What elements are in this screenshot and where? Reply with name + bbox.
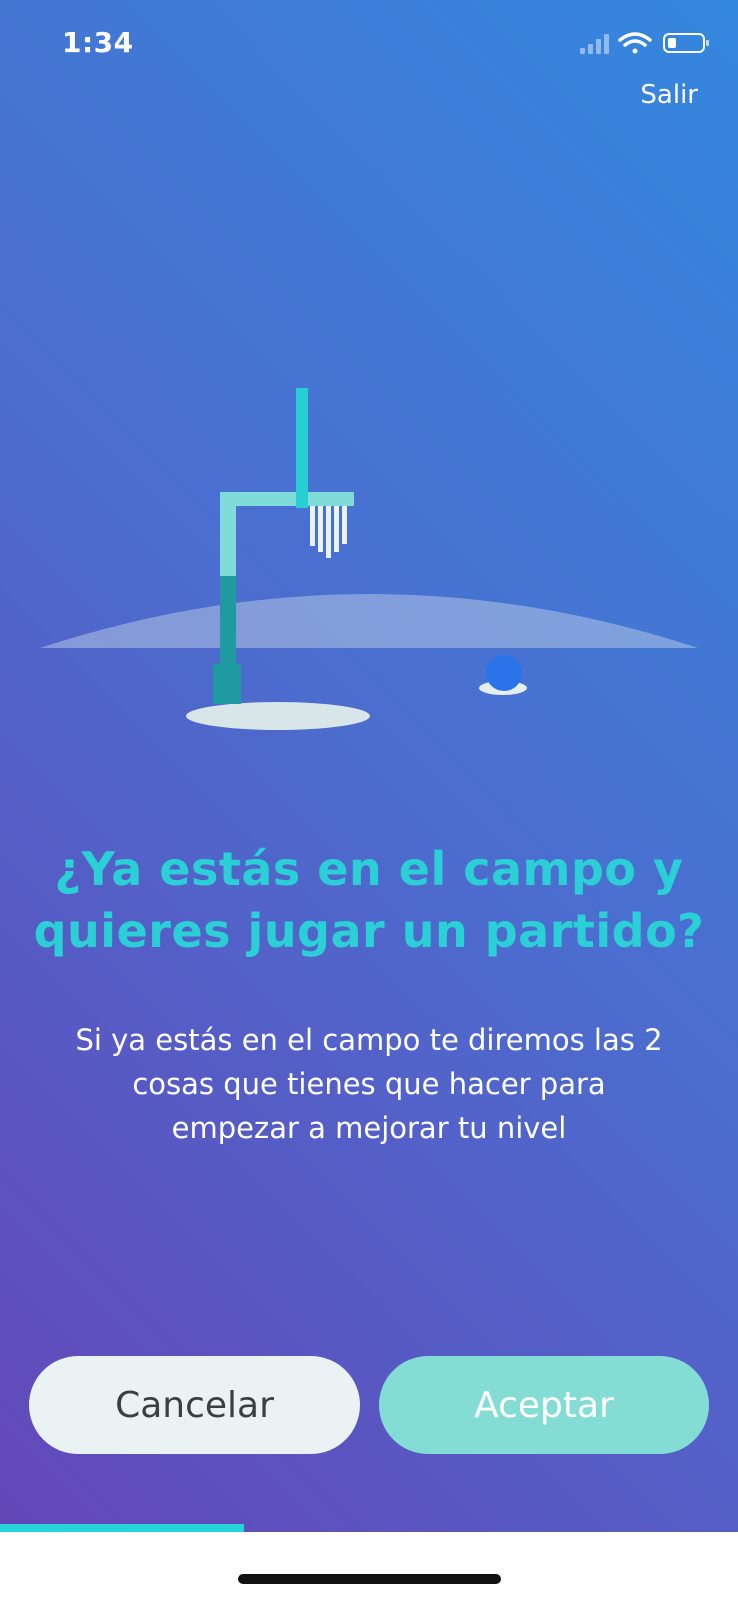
description-line: empezar a mejorar tu nivel: [171, 1111, 567, 1145]
title-line: ¿Ya estás en el campo y: [54, 842, 684, 896]
football-goal-illustration: [40, 388, 698, 730]
progress-fill: [0, 1524, 244, 1532]
title-line: quieres jugar un partido?: [33, 904, 705, 958]
status-time: 1:34: [62, 26, 134, 59]
description-text: Si ya estás en el campo te diremos las 2…: [40, 1018, 698, 1150]
cancel-button-label: Cancelar: [115, 1384, 274, 1426]
ball-icon: [486, 655, 522, 691]
description-line: cosas que tienes que hacer para: [132, 1067, 606, 1101]
status-icons: [580, 32, 709, 54]
cancel-button[interactable]: Cancelar: [29, 1356, 360, 1454]
onboarding-screen: 1:34 Salir ¿Ya estás en el campo y quier…: [0, 0, 738, 1532]
exit-button[interactable]: Salir: [640, 80, 698, 110]
battery-icon: [663, 33, 709, 53]
field-ellipse: [40, 594, 698, 648]
description-line: Si ya estás en el campo te diremos las 2: [75, 1023, 663, 1057]
signal-icon: [580, 34, 609, 54]
progress-bar: [0, 1524, 738, 1532]
accept-button[interactable]: Aceptar: [379, 1356, 709, 1454]
wifi-icon: [618, 32, 652, 54]
goal-shadow: [186, 702, 370, 730]
home-indicator[interactable]: [238, 1574, 501, 1584]
accept-button-label: Aceptar: [474, 1384, 614, 1426]
page-title: ¿Ya estás en el campo y quieres jugar un…: [0, 838, 738, 962]
